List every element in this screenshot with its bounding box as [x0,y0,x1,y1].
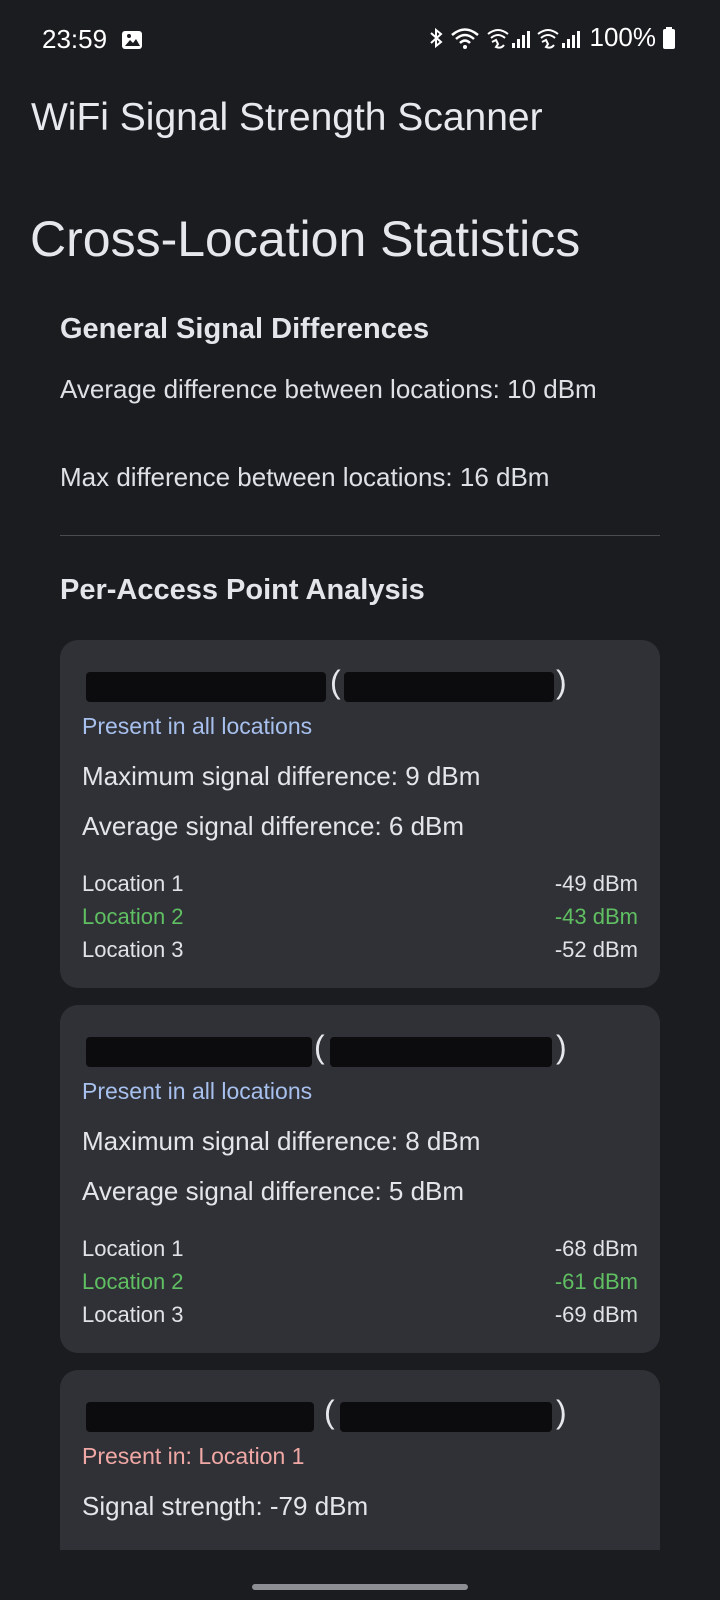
location-name: Location 3 [82,937,184,962]
wifi-calling-sim1-icon [486,28,530,49]
app-title: WiFi Signal Strength Scanner [31,96,543,139]
paren-open: ( [330,664,341,700]
redacted-ssid [86,1402,314,1432]
paren-close: ) [556,1029,567,1065]
signal-strength: Signal strength: -79 dBm [82,1491,369,1521]
location-signal: -61 dBm [554,1269,638,1294]
location-signal: -52 dBm [554,937,638,962]
status-time: 23:59 [42,24,108,54]
redacted-bssid [340,1402,552,1432]
redacted-bssid [330,1037,552,1067]
location-signal: -43 dBm [554,904,638,929]
presence-status: Present in all locations [82,713,313,739]
battery-percentage: 100% [589,22,657,52]
location-name: Location 1 [82,871,184,896]
redacted-bssid [344,672,554,702]
max-signal-difference: Maximum signal difference: 8 dBm [82,1126,481,1156]
access-point-card: ( ) Present in all locations Maximum sig… [60,1005,660,1353]
max-signal-difference: Maximum signal difference: 9 dBm [82,761,481,791]
ap-name-redacted: ( ) [82,664,642,704]
location-name: Location 3 [82,1302,184,1327]
wifi-icon [450,27,479,49]
per-access-point-heading: Per-Access Point Analysis [60,574,425,606]
location-signal: -68 dBm [554,1236,638,1261]
location-name: Location 1 [82,1236,184,1261]
average-difference-text: Average difference between locations: 10… [60,374,597,404]
paren-open: ( [324,1394,335,1430]
paren-close: ) [556,1394,567,1430]
avg-signal-difference: Average signal difference: 5 dBm [82,1176,465,1206]
access-point-card: ( ) Present in all locations Maximum sig… [60,640,660,988]
general-differences-heading: General Signal Differences [60,313,430,345]
status-bar: 23:59 100% [0,0,720,80]
redacted-ssid [86,672,326,702]
avg-signal-difference: Average signal difference: 6 dBm [82,811,465,841]
presence-status: Present in all locations [82,1078,313,1104]
ap-name-redacted: ( ) [82,1029,642,1069]
gesture-nav-handle[interactable] [252,1584,468,1590]
access-point-card: ( ) Present in: Location 1 Signal streng… [60,1370,660,1550]
battery-icon [663,26,675,49]
wifi-calling-sim2-icon [536,28,580,49]
location-name: Location 2 [82,1269,184,1294]
section-divider [60,535,660,536]
bluetooth-icon [429,27,443,48]
status-icons: 100% [428,22,677,53]
gallery-icon [122,31,142,49]
paren-open: ( [314,1029,325,1065]
ap-name-redacted: ( ) [82,1394,642,1434]
presence-status: Present in: Location 1 [82,1443,305,1469]
location-signal: -69 dBm [554,1302,638,1327]
page-title: Cross-Location Statistics [30,211,581,267]
location-signal: -49 dBm [554,871,638,896]
location-name: Location 2 [82,904,184,929]
redacted-ssid [86,1037,312,1067]
max-difference-text: Max difference between locations: 16 dBm [60,462,550,492]
paren-close: ) [556,664,567,700]
